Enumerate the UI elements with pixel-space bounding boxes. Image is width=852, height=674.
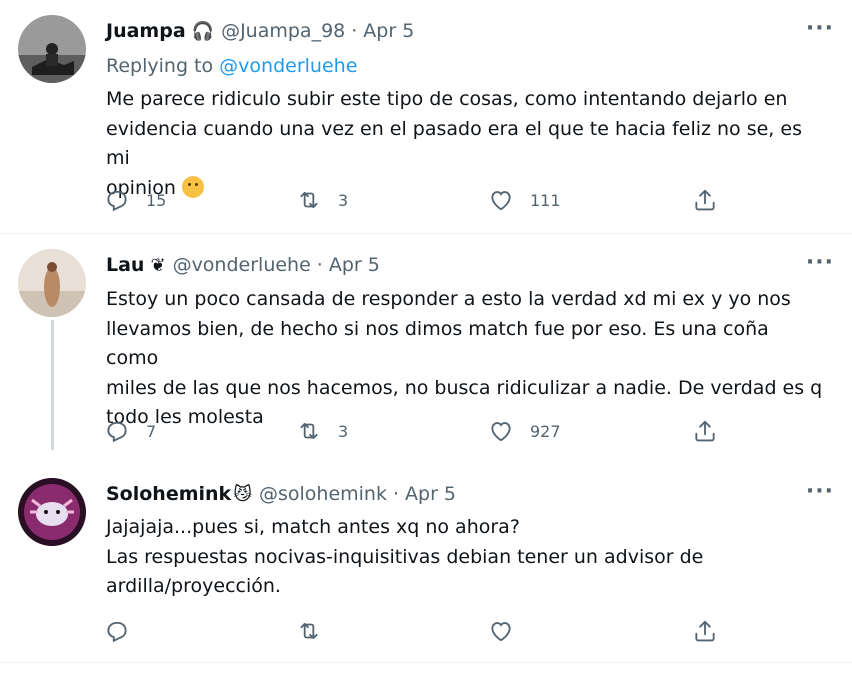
share-button[interactable]: [692, 187, 718, 213]
retweet-icon: [296, 187, 322, 213]
tweet-header: Lau ❦ @vonderluehe · Apr 5: [106, 254, 380, 276]
share-icon: [692, 187, 718, 213]
username[interactable]: @vonderluehe: [173, 254, 311, 276]
replying-to: Replying to @vonderluehe: [106, 55, 357, 77]
share-button[interactable]: [692, 618, 718, 644]
avatar-solohemink[interactable]: [18, 478, 86, 546]
avatar-lau[interactable]: [18, 249, 86, 317]
like-button[interactable]: 927: [488, 418, 561, 444]
headphones-icon: 🎧: [191, 20, 215, 42]
like-button[interactable]: 111: [488, 187, 561, 213]
share-button[interactable]: [692, 418, 718, 444]
replying-to-mention[interactable]: @vonderluehe: [219, 55, 357, 77]
tweet-text-line: Las respuestas nocivas-inquisitivas debi…: [106, 545, 704, 568]
tweet-text-line: Estoy un poco cansada de responder a est…: [106, 288, 791, 310]
retweet-button[interactable]: [296, 618, 338, 644]
reply-icon: [104, 418, 130, 444]
tweet-header: Juampa 🎧 @Juampa_98 · Apr 5: [106, 20, 414, 42]
cat-icon: 😼: [233, 483, 252, 505]
replying-to-label: Replying to: [106, 55, 214, 77]
divider: [0, 662, 852, 663]
thread-line: [51, 320, 54, 450]
more-options-icon[interactable]: ···: [806, 16, 834, 41]
reply-button[interactable]: [104, 618, 146, 644]
retweet-count: 3: [338, 421, 349, 441]
separator-dot: ·: [351, 20, 358, 42]
avatar-juampa[interactable]: [18, 15, 86, 83]
tweet-text: Estoy un poco cansada de responder a est…: [106, 285, 826, 433]
reply-icon: [104, 618, 130, 644]
display-name[interactable]: Solohemink: [106, 483, 231, 505]
share-icon: [692, 618, 718, 644]
like-button[interactable]: [488, 618, 530, 644]
tweet-text-line: miles de las que nos hacemos, no busca r…: [106, 376, 823, 399]
tweet-text-line: ardilla/proyección.: [106, 575, 281, 597]
retweet-button[interactable]: 3: [296, 187, 348, 213]
reply-icon: [104, 187, 130, 213]
divider: [0, 233, 852, 234]
username[interactable]: @Juampa_98: [221, 20, 345, 42]
tweet-text-line: Jajajaja...pues si, match antes xq no ah…: [106, 516, 520, 538]
reply-count: 15: [146, 190, 167, 210]
tweet-header: Solohemink 😼 @solohemink · Apr 5: [106, 483, 456, 505]
reply-count: 7: [146, 421, 157, 441]
heart-icon: [488, 618, 514, 644]
reply-button[interactable]: 15: [104, 187, 166, 213]
username[interactable]: @solohemink: [259, 483, 387, 505]
retweet-button[interactable]: 3: [296, 418, 348, 444]
tweet-text: Me parece ridiculo subir este tipo de co…: [106, 85, 826, 203]
display-name[interactable]: Lau: [106, 254, 144, 276]
display-name[interactable]: Juampa: [106, 20, 186, 42]
separator-dot: ·: [316, 254, 323, 276]
separator-dot: ·: [392, 483, 400, 505]
tweet-actions: 15 3 111: [104, 187, 724, 215]
retweet-icon: [296, 618, 322, 644]
tweet-actions: 7 3 927: [104, 418, 724, 446]
timestamp[interactable]: Apr 5: [329, 254, 380, 276]
like-count: 111: [530, 190, 561, 210]
tweet-text-line: evidencia cuando una vez en el pasado er…: [106, 117, 802, 170]
flower-icon: ❦: [150, 254, 166, 276]
heart-icon: [488, 187, 514, 213]
like-count: 927: [530, 421, 561, 441]
retweet-icon: [296, 418, 322, 444]
timestamp[interactable]: Apr 5: [363, 20, 414, 42]
tweet-actions: [104, 618, 724, 646]
tweet-text-line: Me parece ridiculo subir este tipo de co…: [106, 88, 788, 110]
more-options-icon[interactable]: ···: [806, 479, 834, 504]
heart-icon: [488, 418, 514, 444]
reply-button[interactable]: 7: [104, 418, 156, 444]
timestamp[interactable]: Apr 5: [405, 483, 456, 505]
tweet-text: Jajajaja...pues si, match antes xq no ah…: [106, 513, 826, 602]
share-icon: [692, 418, 718, 444]
more-options-icon[interactable]: ···: [806, 250, 834, 275]
tweet-text-line: llevamos bien, de hecho si nos dimos mat…: [106, 317, 769, 370]
retweet-count: 3: [338, 190, 349, 210]
